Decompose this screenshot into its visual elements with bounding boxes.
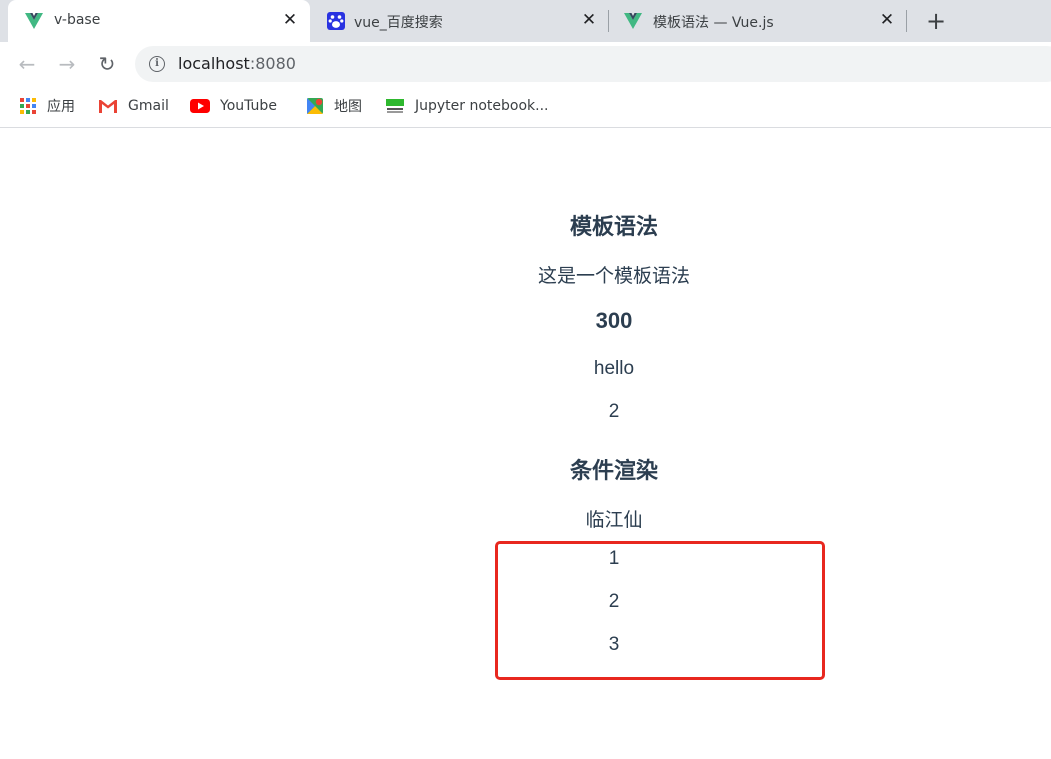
- tab-strip: v-base ✕ vue_百度搜索 ✕ 模板语法 — Vue.js ✕ +: [0, 0, 1051, 42]
- address-bar[interactable]: i localhost:8080: [135, 46, 1051, 82]
- browser-toolbar: ← → ↻ i localhost:8080: [0, 42, 1051, 86]
- poem-text: 临江仙: [585, 510, 643, 531]
- back-button[interactable]: ←: [15, 52, 39, 76]
- message-text: 这是一个模板语法: [537, 266, 690, 287]
- heading-template-syntax: 模板语法: [569, 214, 658, 239]
- bookmark-label: 地图: [334, 99, 362, 115]
- vue-logo-icon: [25, 13, 43, 29]
- close-tab-icon[interactable]: ✕: [878, 11, 896, 29]
- baidu-paw-icon: [327, 12, 345, 30]
- count-text: 2: [608, 401, 620, 422]
- bookmark-label: 应用: [47, 99, 75, 115]
- bookmark-maps[interactable]: 地图: [306, 96, 362, 116]
- bookmark-apps[interactable]: 应用: [19, 96, 75, 116]
- forward-button[interactable]: →: [55, 52, 79, 76]
- address-url[interactable]: localhost:8080: [178, 54, 296, 73]
- bookmark-label: YouTube: [220, 98, 277, 114]
- tab-separator: [906, 10, 907, 32]
- site-info-icon[interactable]: i: [149, 56, 165, 72]
- tab-vue-docs[interactable]: 模板语法 — Vue.js ✕: [609, 0, 905, 42]
- tab-title: vue_百度搜索: [354, 15, 443, 31]
- bookmark-jupyter[interactable]: Jupyter notebook...: [385, 96, 549, 116]
- bookmarks-bar: 应用 Gmail YouTube 地图 Jupyter notebook...: [0, 86, 1051, 128]
- maps-icon: [307, 98, 323, 114]
- number-heading: 300: [595, 308, 633, 333]
- url-host: localhost: [178, 54, 250, 73]
- apps-grid-icon: [20, 98, 36, 114]
- highlight-box: [495, 541, 825, 680]
- tab-title: v-base: [54, 12, 101, 28]
- gmail-icon: [99, 100, 117, 113]
- url-port: :8080: [249, 54, 296, 73]
- youtube-icon: [190, 99, 210, 113]
- heading-conditional-rendering: 条件渲染: [569, 458, 658, 483]
- greeting-text: hello: [593, 358, 635, 379]
- new-tab-button[interactable]: +: [924, 9, 948, 33]
- tab-title: 模板语法 — Vue.js: [653, 15, 774, 31]
- bookmark-gmail[interactable]: Gmail: [98, 96, 169, 116]
- vue-logo-icon: [624, 13, 642, 29]
- bookmark-label: Gmail: [128, 98, 169, 114]
- bookmark-label: Jupyter notebook...: [415, 98, 549, 114]
- close-tab-icon[interactable]: ✕: [281, 11, 299, 29]
- tab-v-base[interactable]: v-base ✕: [8, 0, 310, 42]
- reload-button[interactable]: ↻: [95, 52, 119, 76]
- bookmark-youtube[interactable]: YouTube: [190, 96, 277, 116]
- close-tab-icon[interactable]: ✕: [580, 11, 598, 29]
- tab-baidu-search[interactable]: vue_百度搜索 ✕: [310, 0, 608, 42]
- jupyter-icon: [386, 99, 404, 113]
